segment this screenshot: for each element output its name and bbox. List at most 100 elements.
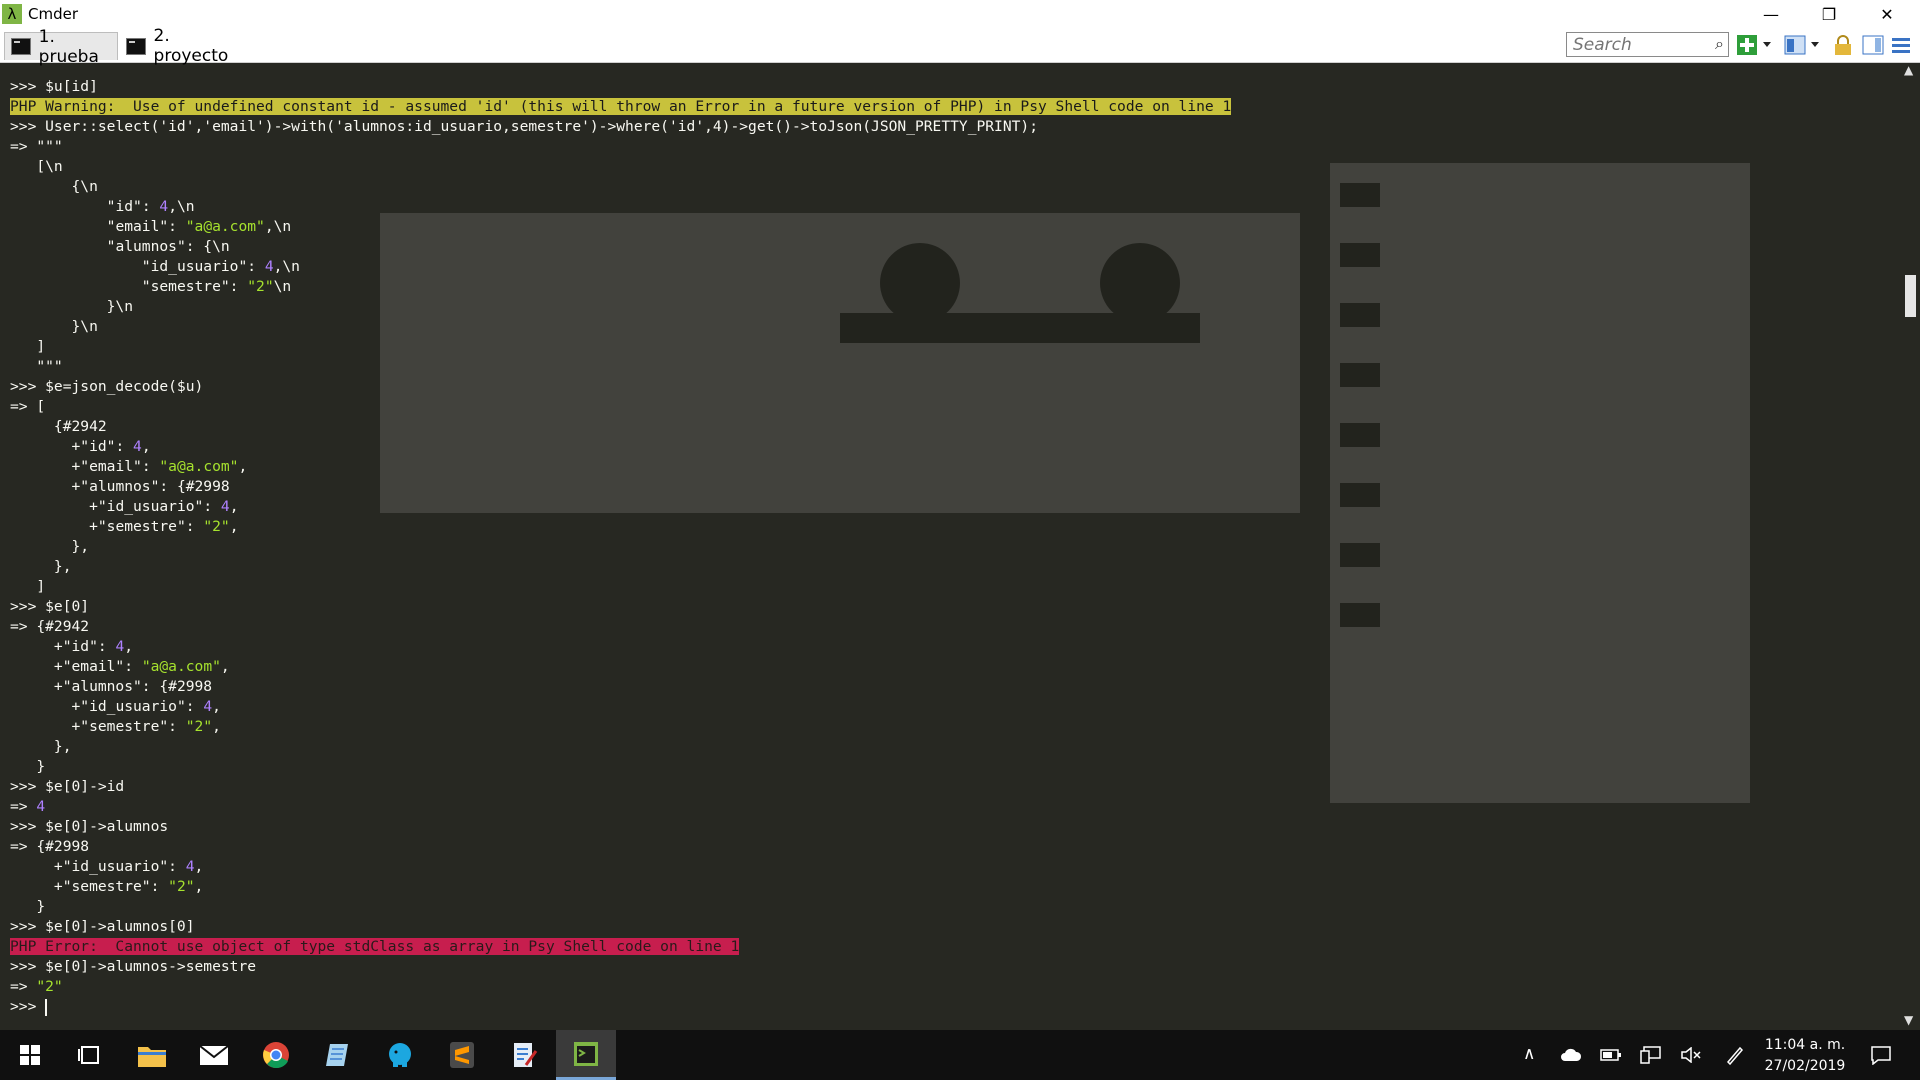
elephant-icon [389, 1043, 411, 1067]
pen-ink-icon[interactable] [1725, 1045, 1745, 1065]
terminal-line: => 4 [10, 798, 46, 815]
terminal-line: +"email": "a@a.com", [10, 458, 248, 475]
terminal-line: }, [10, 738, 72, 755]
lock-icon[interactable] [1832, 34, 1854, 56]
terminal-line: +"email": "a@a.com", [10, 658, 230, 675]
terminal-scrollbar[interactable]: ▲ ▼ [1900, 63, 1920, 1030]
terminal-icon [11, 38, 31, 55]
terminal-line: => """ [10, 138, 63, 155]
action-center-icon[interactable] [1870, 1045, 1892, 1065]
taskbar-app-elephant[interactable] [370, 1030, 430, 1080]
windows-taskbar: ∧ 11:04 a. m. 27/02/2019 [0, 1030, 1920, 1080]
taskbar-file-explorer[interactable] [122, 1030, 182, 1080]
terminal-line: +"semestre": "2", [10, 718, 221, 735]
network-icon[interactable] [1640, 1046, 1662, 1064]
terminal-line: }, [10, 558, 72, 575]
terminal-line: >>> $u[id] [10, 78, 98, 95]
notepad-icon [326, 1044, 348, 1066]
tab-label: 2. proyecto [153, 26, 229, 66]
terminal-line: }\n [10, 318, 98, 335]
terminal-line: >>> User::select('id','email')->with('al… [10, 118, 1038, 135]
settings-window-icon[interactable] [1862, 34, 1884, 56]
terminal-line: } [10, 898, 46, 915]
windows-logo-icon [20, 1045, 40, 1065]
search-icon[interactable]: ⌕ [1715, 34, 1724, 54]
terminal-line: >>> $e[0]->alumnos[0] [10, 918, 195, 935]
terminal-line: >>> $e[0]->id [10, 778, 125, 795]
minimize-button[interactable]: — [1748, 0, 1794, 30]
terminal-line: +"semestre": "2", [10, 518, 239, 535]
taskbar-editor[interactable] [494, 1030, 554, 1080]
start-button[interactable] [0, 1030, 60, 1080]
taskbar-chrome[interactable] [246, 1030, 306, 1080]
terminal-line: PHP Error: Cannot use object of type std… [10, 938, 740, 955]
terminal-line: +"id_usuario": 4, [10, 698, 221, 715]
terminal-line: >>> $e[0]->alumnos->semestre [10, 958, 257, 975]
battery-icon[interactable] [1600, 1048, 1622, 1062]
terminal-line: +"semestre": "2", [10, 878, 204, 895]
terminal-line: PHP Warning: Use of undefined constant i… [10, 98, 1232, 115]
terminal-line: } [10, 758, 46, 775]
tab-proyecto[interactable]: 2. proyecto [120, 26, 244, 66]
terminal-line: {\n [10, 178, 98, 195]
tab-prueba[interactable]: 1. prueba [4, 27, 118, 67]
task-view-button[interactable] [60, 1030, 120, 1080]
tab-bar: 1. prueba 2. proyecto ⌕ [0, 26, 1920, 67]
terminal-line: >>> $e=json_decode($u) [10, 378, 204, 395]
terminal-line: => {#2998 [10, 838, 90, 855]
hamburger-menu-icon[interactable] [1890, 34, 1912, 56]
search-input[interactable] [1567, 33, 1709, 56]
terminal-pane[interactable]: >>> $u[id] PHP Warning: Use of undefined … [0, 63, 1900, 1030]
terminal-line: +"id_usuario": 4, [10, 498, 239, 515]
folder-icon [138, 1047, 166, 1067]
terminal-line: [\n [10, 158, 63, 175]
search-box[interactable]: ⌕ [1566, 32, 1729, 57]
chevron-down-icon[interactable] [1762, 39, 1772, 61]
layout-panes-icon[interactable] [1784, 34, 1806, 56]
terminal-line: => "2" [10, 978, 63, 995]
terminal-line: +"id": 4, [10, 438, 151, 455]
cmder-lambda-icon: λ [2, 4, 22, 24]
taskbar-sublime-text[interactable] [432, 1030, 492, 1080]
title-bar: λ Cmder — ❐ ✕ [0, 0, 1920, 30]
text-cursor [45, 998, 48, 1016]
taskbar-clock[interactable]: 11:04 a. m. 27/02/2019 [1750, 1035, 1860, 1077]
terminal-output: >>> $u[id] PHP Warning: Use of undefined … [10, 77, 1232, 1017]
terminal-line: +"alumnos": {#2998 [10, 678, 213, 695]
terminal-line: +"alumnos": {#2998 [10, 478, 230, 495]
close-button[interactable]: ✕ [1864, 0, 1910, 30]
onedrive-cloud-icon[interactable] [1560, 1047, 1582, 1063]
restore-button[interactable]: ❐ [1806, 0, 1852, 30]
terminal-line: {#2942 [10, 418, 107, 435]
document-pen-icon [514, 1043, 538, 1067]
terminal-line: "semestre": "2"\n [141, 278, 292, 295]
taskbar-notepad[interactable] [308, 1030, 368, 1080]
new-console-plus-icon[interactable] [1736, 34, 1758, 56]
terminal-icon [126, 37, 146, 55]
terminal-line: >>> [10, 998, 48, 1016]
terminal-line: "id_usuario": 4,\n [141, 258, 300, 275]
terminal-line: }, [10, 538, 90, 555]
terminal-line: >>> $e[0]->alumnos [10, 818, 169, 835]
taskbar-cmder[interactable] [556, 1030, 616, 1080]
terminal-line: ] [10, 338, 46, 355]
terminal-line: }\n [10, 298, 134, 315]
scroll-down-arrow-icon[interactable]: ▼ [1904, 1013, 1913, 1027]
cmder-icon [574, 1041, 598, 1066]
chevron-up-icon[interactable]: ∧ [1523, 1044, 1535, 1064]
window-title: Cmder [28, 5, 79, 23]
clock-date: 27/02/2019 [1764, 1058, 1846, 1074]
terminal-line: "id": 4,\n [106, 198, 195, 215]
volume-muted-icon[interactable] [1680, 1047, 1702, 1063]
terminal-line: => [ [10, 398, 46, 415]
tab-label: 1. prueba [38, 26, 99, 67]
clock-time: 11:04 a. m. [1764, 1037, 1846, 1053]
scrollbar-thumb[interactable] [1905, 275, 1916, 317]
terminal-line: => {#2942 [10, 618, 90, 635]
scroll-up-arrow-icon[interactable]: ▲ [1904, 63, 1913, 77]
terminal-line: ] [10, 578, 46, 595]
terminal-line: >>> $e[0] [10, 598, 90, 615]
terminal-line: +"id_usuario": 4, [10, 858, 204, 875]
taskbar-mail[interactable] [184, 1030, 244, 1080]
chevron-down-icon[interactable] [1810, 39, 1820, 61]
